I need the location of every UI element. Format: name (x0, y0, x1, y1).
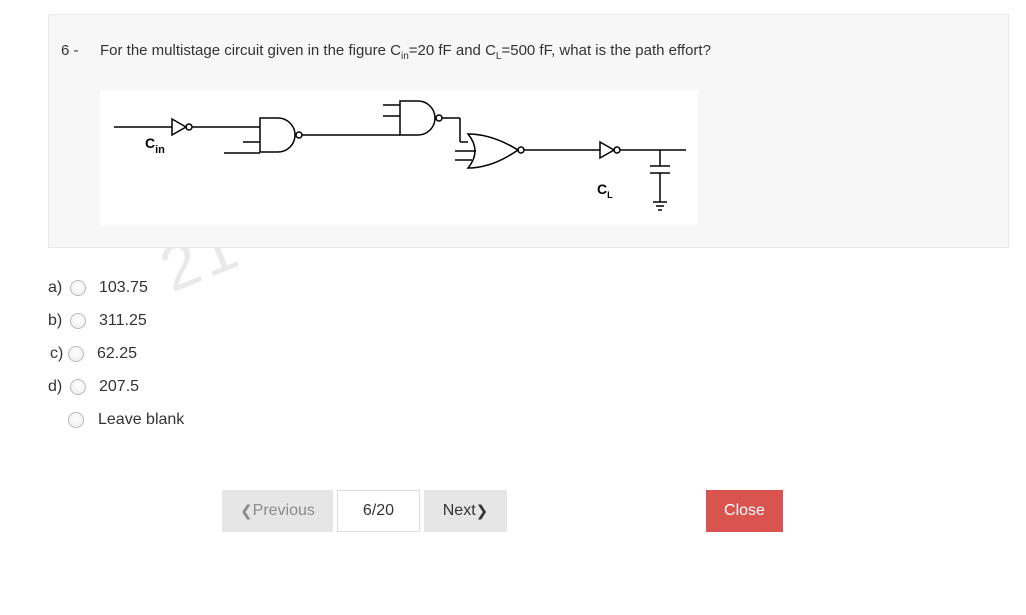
inverter-2 (599, 140, 616, 160)
option-d[interactable]: d) 207.5 (48, 378, 248, 400)
option-c[interactable]: c) 62.25 (50, 345, 250, 367)
option-text: 62.25 (97, 345, 138, 362)
chevron-right-icon: ❯ (475, 503, 489, 520)
next-button[interactable]: Next ❯ (424, 490, 507, 532)
question-text: For the multistage circuit given in the … (100, 42, 711, 62)
option-letter: d) (48, 378, 63, 395)
option-leave-blank[interactable]: Leave blank (48, 411, 248, 433)
close-button[interactable]: Close (706, 490, 783, 532)
option-b[interactable]: b) 311.25 (48, 312, 248, 334)
radio-button[interactable] (70, 379, 86, 395)
radio-button[interactable] (70, 280, 86, 296)
nand-gate-1 (259, 117, 296, 153)
nor-gate (466, 133, 520, 169)
option-a[interactable]: a) 103.75 (48, 279, 248, 301)
option-text: 103.75 (99, 279, 148, 296)
nand-gate-2 (399, 100, 436, 136)
radio-button[interactable] (70, 313, 86, 329)
option-letter: c) (50, 345, 64, 362)
question-number: 6 - (61, 42, 79, 59)
question-panel: 6 - For the multistage circuit given in … (48, 14, 1009, 248)
option-text: 207.5 (99, 378, 140, 395)
next-label: Next (442, 502, 476, 519)
option-text: 311.25 (99, 312, 147, 329)
option-letter: b) (48, 312, 63, 329)
cin-label: Cin (145, 135, 165, 156)
option-text: Leave blank (98, 411, 185, 428)
radio-button[interactable] (68, 346, 84, 362)
page-indicator: 6/20 (337, 490, 420, 532)
radio-button[interactable] (68, 412, 84, 428)
circuit-figure: Cin CL (100, 90, 698, 225)
cl-label: CL (597, 181, 613, 200)
inverter-1 (171, 117, 188, 137)
previous-label: Previous (252, 502, 315, 519)
previous-button[interactable]: ❮ Previous (222, 490, 333, 532)
option-letter: a) (48, 279, 63, 296)
chevron-left-icon: ❮ (240, 503, 253, 520)
